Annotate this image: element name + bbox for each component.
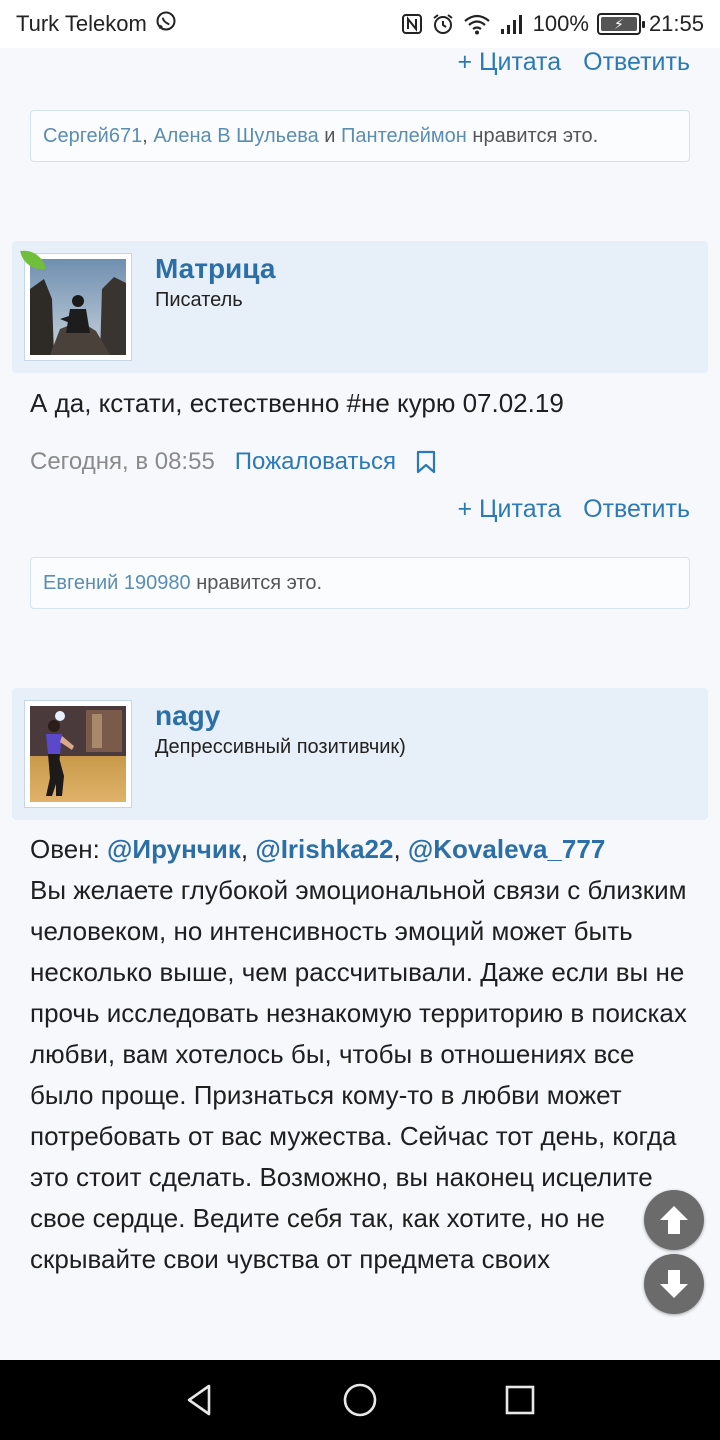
- likes-suffix: нравится это.: [196, 571, 322, 594]
- mention-separator: ,: [393, 834, 401, 864]
- avatar[interactable]: [24, 700, 132, 808]
- arrow-up-icon: [660, 1206, 688, 1234]
- post-header: nagy Депрессивный позитивчик): [12, 688, 708, 820]
- likes-suffix: нравится это.: [472, 124, 599, 147]
- scroll-up-button[interactable]: [644, 1190, 704, 1250]
- arrow-down-icon: [660, 1270, 688, 1298]
- reply-button[interactable]: Ответить: [583, 48, 690, 77]
- avatar-image: [30, 706, 126, 802]
- likes-conjunction: и: [324, 124, 336, 147]
- like-user-link[interactable]: Евгений 190980: [43, 572, 191, 595]
- likes-summary: Сергей671 , Алена В Шульева и Пантелеймо…: [30, 110, 690, 162]
- post-message: А да, кстати, естественно #не курю 07.02…: [30, 388, 564, 418]
- user-title: Депрессивный позитивчик): [155, 736, 406, 758]
- scroll-down-button[interactable]: [644, 1254, 704, 1314]
- quote-button[interactable]: + Цитата: [458, 48, 562, 77]
- mention-link[interactable]: @Kovaleva_777: [408, 834, 605, 864]
- mention-link[interactable]: @Irishka22: [255, 834, 393, 864]
- bookmark-icon[interactable]: [416, 450, 436, 474]
- user-title: Писатель: [155, 289, 243, 311]
- report-link[interactable]: Пожаловаться: [235, 448, 396, 476]
- quote-button[interactable]: + Цитата: [458, 495, 562, 524]
- alarm-icon: [431, 12, 455, 36]
- avatar-image: [30, 259, 126, 355]
- username-link[interactable]: nagy: [155, 700, 220, 732]
- battery-percent: 100%: [532, 11, 589, 36]
- whatsapp-icon: [155, 10, 177, 38]
- likes-separator: ,: [142, 124, 148, 147]
- clock: 21:55: [648, 11, 704, 36]
- post-header: Матрица Писатель: [12, 241, 708, 373]
- reply-button[interactable]: Ответить: [583, 495, 690, 524]
- signal-icon: [499, 13, 525, 35]
- like-user-link[interactable]: Алена В Шульева: [153, 125, 318, 148]
- recents-button[interactable]: [490, 1370, 550, 1430]
- carrier-name: Turk Telekom: [16, 11, 147, 36]
- battery-icon: ⚡: [596, 13, 645, 35]
- recents-icon: [505, 1385, 535, 1415]
- navigation-bar: [0, 1360, 720, 1440]
- like-user-link[interactable]: Сергей671: [43, 125, 142, 148]
- post-actions: + Цитата Ответить: [458, 495, 690, 524]
- like-user-link[interactable]: Пантелеймон: [341, 125, 467, 148]
- post-message: Овен: @Ирунчик, @Irishka22, @Kovaleva_77…: [30, 829, 695, 1280]
- username-link[interactable]: Матрица: [155, 253, 275, 285]
- mention-separator: ,: [240, 834, 249, 864]
- home-icon: [343, 1383, 377, 1417]
- thread-content: + Цитата Ответить Сергей671 , Алена В Шу…: [0, 48, 720, 1360]
- message-prefix: Овен:: [30, 834, 100, 864]
- post-actions: + Цитата Ответить: [458, 48, 690, 77]
- wifi-icon: [463, 13, 491, 35]
- status-bar: Turk Telekom 100% ⚡ 21:55: [0, 0, 720, 48]
- post-date: Сегодня, в 08:55: [30, 448, 215, 475]
- back-icon: [187, 1384, 211, 1416]
- post-meta: Сегодня, в 08:55 Пожаловаться: [30, 448, 436, 476]
- nfc-icon: [401, 13, 423, 35]
- mention-link[interactable]: @Ирунчик: [107, 834, 241, 864]
- message-body: Вы желаете глубокой эмоциональной связи …: [30, 875, 687, 1274]
- back-button[interactable]: [170, 1370, 230, 1430]
- likes-summary: Евгений 190980 нравится это.: [30, 557, 690, 609]
- home-button[interactable]: [330, 1370, 390, 1430]
